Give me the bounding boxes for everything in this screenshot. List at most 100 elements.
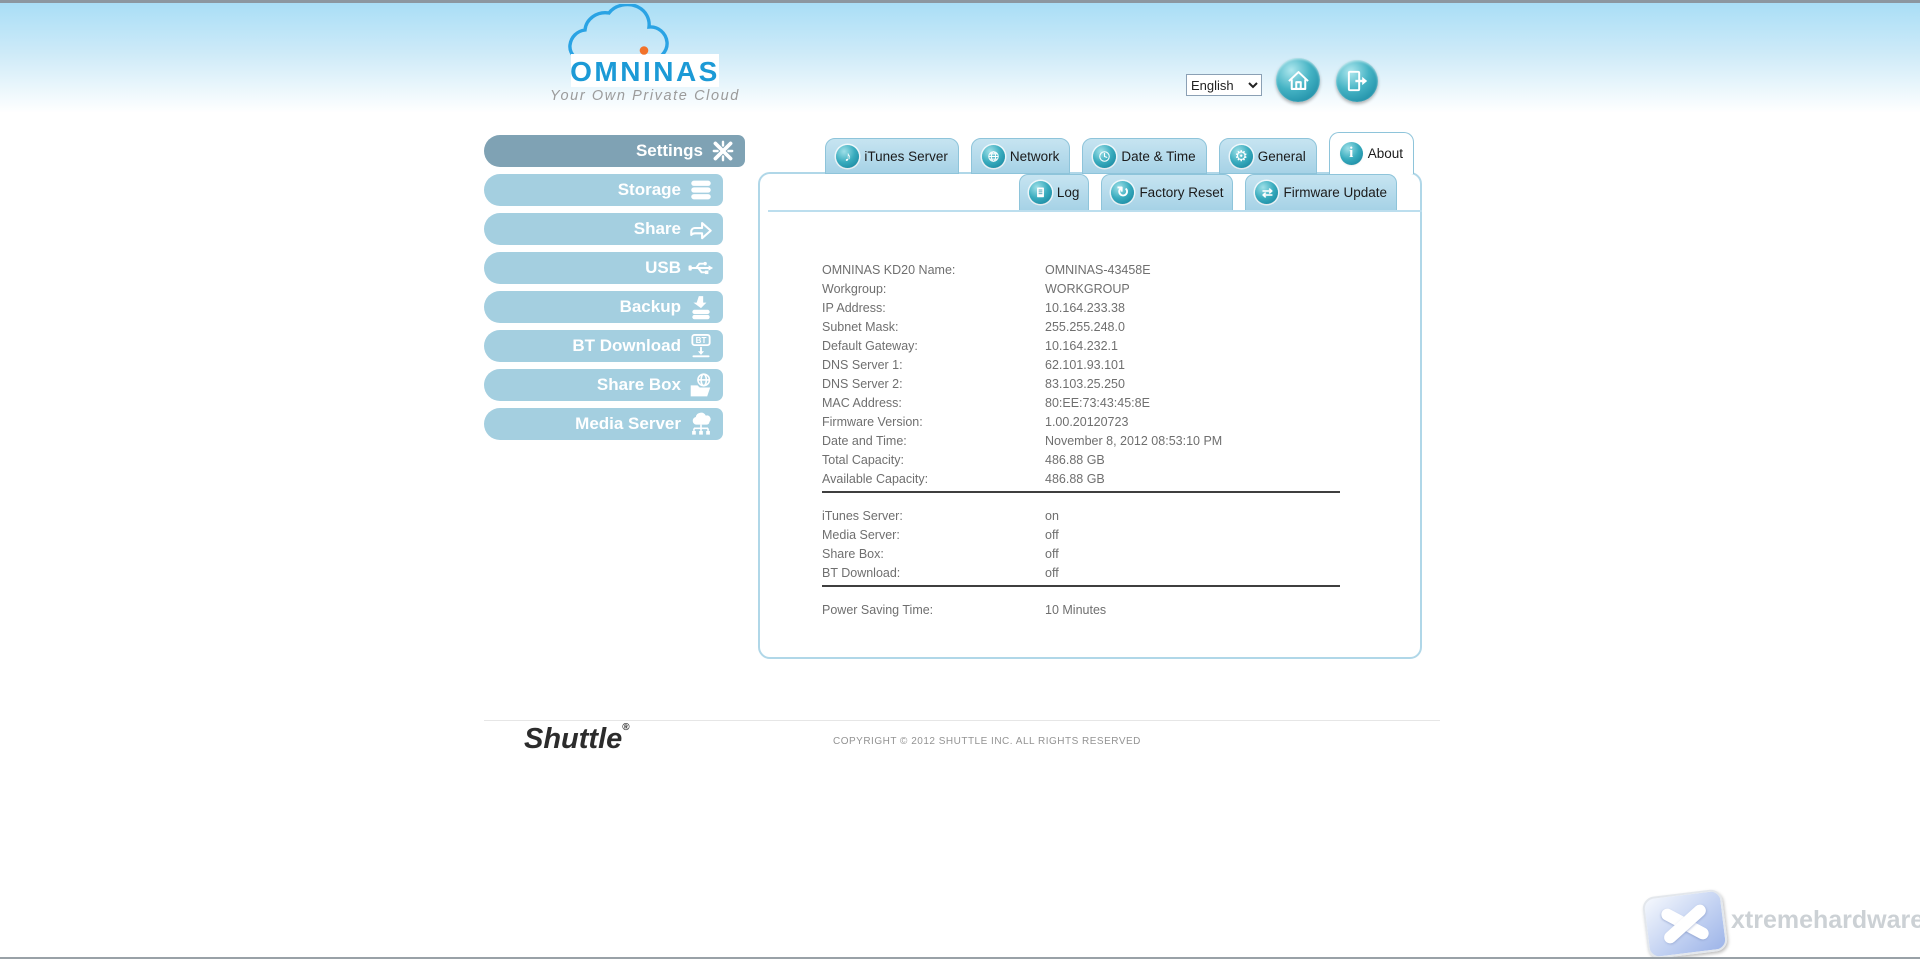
separator-line [822, 585, 1340, 587]
info-label: OMNINAS KD20 Name: [822, 263, 1045, 277]
logout-icon [1344, 68, 1370, 94]
cloud-logo-icon: OMNINAS Your Own Private Cloud [545, 4, 745, 106]
info-label: Date and Time: [822, 434, 1045, 448]
info-value: WORKGROUP [1045, 282, 1130, 296]
info-label: Share Box: [822, 547, 1045, 561]
gears-icon: ⚙ [1230, 145, 1253, 168]
sidebar-nav: Settings Storage Share USB Backup BT Download… [484, 135, 749, 447]
sidebar-item-backup[interactable]: Backup [484, 291, 723, 323]
info-label: Firmware Version: [822, 415, 1045, 429]
info-value: 83.103.25.250 [1045, 377, 1125, 391]
info-value: 1.00.20120723 [1045, 415, 1128, 429]
sidebar-item-label: USB [645, 258, 681, 278]
device-network-info-section: OMNINAS KD20 Name:OMNINAS-43458EWorkgrou… [822, 260, 1390, 488]
info-label: Power Saving Time: [822, 603, 1045, 617]
shuttle-wordmark: Shuttle [524, 723, 622, 755]
subtab-log[interactable]: Log [1019, 174, 1090, 210]
sidebar-item-label: Storage [618, 180, 681, 200]
shuttle-logo: Shuttle® [524, 722, 630, 756]
tab-general[interactable]: ⚙ General [1219, 138, 1317, 174]
subtab-factory-reset[interactable]: ↻Factory Reset [1101, 174, 1233, 210]
info-value: 80:EE:73:43:45:8E [1045, 396, 1150, 410]
info-row: BT Download:off [822, 563, 1390, 582]
power-saving-section: Power Saving Time:10 Minutes [822, 600, 1390, 619]
sidebar-item-label: Settings [636, 141, 703, 161]
sidebar-item-label: BT Download [572, 336, 681, 356]
sidebar-item-label: Share Box [597, 375, 681, 395]
sidebar-item-usb[interactable]: USB [484, 252, 723, 284]
sidebar-item-settings[interactable]: Settings [484, 135, 745, 167]
bt-download-icon [688, 333, 714, 359]
music-icon: ♪ [836, 145, 859, 168]
globe-icon [982, 145, 1005, 168]
info-icon: i [1340, 142, 1363, 165]
sidebar-item-label: Share [634, 219, 681, 239]
share-box-icon [688, 372, 714, 398]
info-row: Power Saving Time:10 Minutes [822, 600, 1390, 619]
tab-date-time[interactable]: Date & Time [1082, 138, 1206, 174]
info-label: DNS Server 1: [822, 358, 1045, 372]
about-info: OMNINAS KD20 Name:OMNINAS-43458EWorkgrou… [822, 260, 1390, 619]
info-label: Total Capacity: [822, 453, 1045, 467]
info-value: on [1045, 509, 1059, 523]
info-value: 486.88 GB [1045, 472, 1105, 486]
header-gradient [0, 3, 1920, 113]
info-label: Default Gateway: [822, 339, 1045, 353]
home-button[interactable] [1276, 58, 1320, 102]
info-label: iTunes Server: [822, 509, 1045, 523]
language-select-wrap: English [1186, 74, 1262, 96]
sidebar-item-label: Media Server [575, 414, 681, 434]
info-value: OMNINAS-43458E [1045, 263, 1151, 277]
xtremehardware-watermark: xtremehardware.com [1731, 906, 1920, 935]
sidebar-item-share-box[interactable]: Share Box [484, 369, 723, 401]
info-row: Workgroup:WORKGROUP [822, 279, 1390, 298]
registered-mark: ® [622, 722, 629, 733]
subtab-firmware-update[interactable]: ⇄Firmware Update [1245, 174, 1397, 210]
sidebar-item-bt-download[interactable]: BT Download [484, 330, 723, 362]
info-label: Available Capacity: [822, 472, 1045, 486]
about-panel: OMNINAS KD20 Name:OMNINAS-43458EWorkgrou… [758, 172, 1422, 659]
sidebar-item-label: Backup [620, 297, 681, 317]
sidebar-item-media-server[interactable]: Media Server [484, 408, 723, 440]
info-label: Workgroup: [822, 282, 1045, 296]
tab-about[interactable]: i About [1329, 132, 1414, 174]
tools-icon [710, 138, 736, 164]
tab-label: iTunes Server [864, 149, 948, 164]
tab-label: General [1258, 149, 1306, 164]
media-server-icon [688, 411, 714, 437]
clock-icon [1093, 145, 1116, 168]
info-row: Firmware Version:1.00.20120723 [822, 412, 1390, 431]
omninas-admin-page: OMNINAS Your Own Private Cloud English S… [0, 0, 1920, 959]
tab-label: Log [1057, 185, 1080, 200]
separator-line [822, 491, 1340, 493]
info-label: IP Address: [822, 301, 1045, 315]
services-status-section: iTunes Server:onMedia Server:offShare Bo… [822, 506, 1390, 582]
info-label: Subnet Mask: [822, 320, 1045, 334]
info-value: 10.164.232.1 [1045, 339, 1118, 353]
home-icon [1285, 67, 1312, 94]
info-row: MAC Address:80:EE:73:43:45:8E [822, 393, 1390, 412]
tab-itunes-server[interactable]: ♪ iTunes Server [825, 138, 959, 174]
language-select[interactable]: English [1186, 74, 1262, 96]
info-value: November 8, 2012 08:53:10 PM [1045, 434, 1222, 448]
reset-icon: ↻ [1111, 181, 1134, 204]
info-row: IP Address:10.164.233.38 [822, 298, 1390, 317]
tab-label: About [1368, 146, 1403, 161]
tab-label: Firmware Update [1283, 185, 1387, 200]
tab-network[interactable]: Network [971, 138, 1071, 174]
sidebar-item-share[interactable]: Share [484, 213, 723, 245]
info-value: off [1045, 528, 1059, 542]
info-label: BT Download: [822, 566, 1045, 580]
sidebar-item-storage[interactable]: Storage [484, 174, 723, 206]
storage-icon [688, 177, 714, 203]
info-row: Available Capacity:486.88 GB [822, 469, 1390, 488]
settings-tab-bar: ♪ iTunes Server Network Date & Time ⚙ General… [825, 132, 1414, 174]
usb-icon [688, 255, 714, 281]
logout-button[interactable] [1336, 60, 1378, 102]
info-value: 62.101.93.101 [1045, 358, 1125, 372]
info-row: OMNINAS KD20 Name:OMNINAS-43458E [822, 260, 1390, 279]
settings-subtab-bar: Log ↻Factory Reset ⇄Firmware Update [1019, 174, 1397, 210]
log-icon [1029, 181, 1052, 204]
omninas-logo: OMNINAS Your Own Private Cloud [545, 4, 745, 106]
info-row: DNS Server 2:83.103.25.250 [822, 374, 1390, 393]
